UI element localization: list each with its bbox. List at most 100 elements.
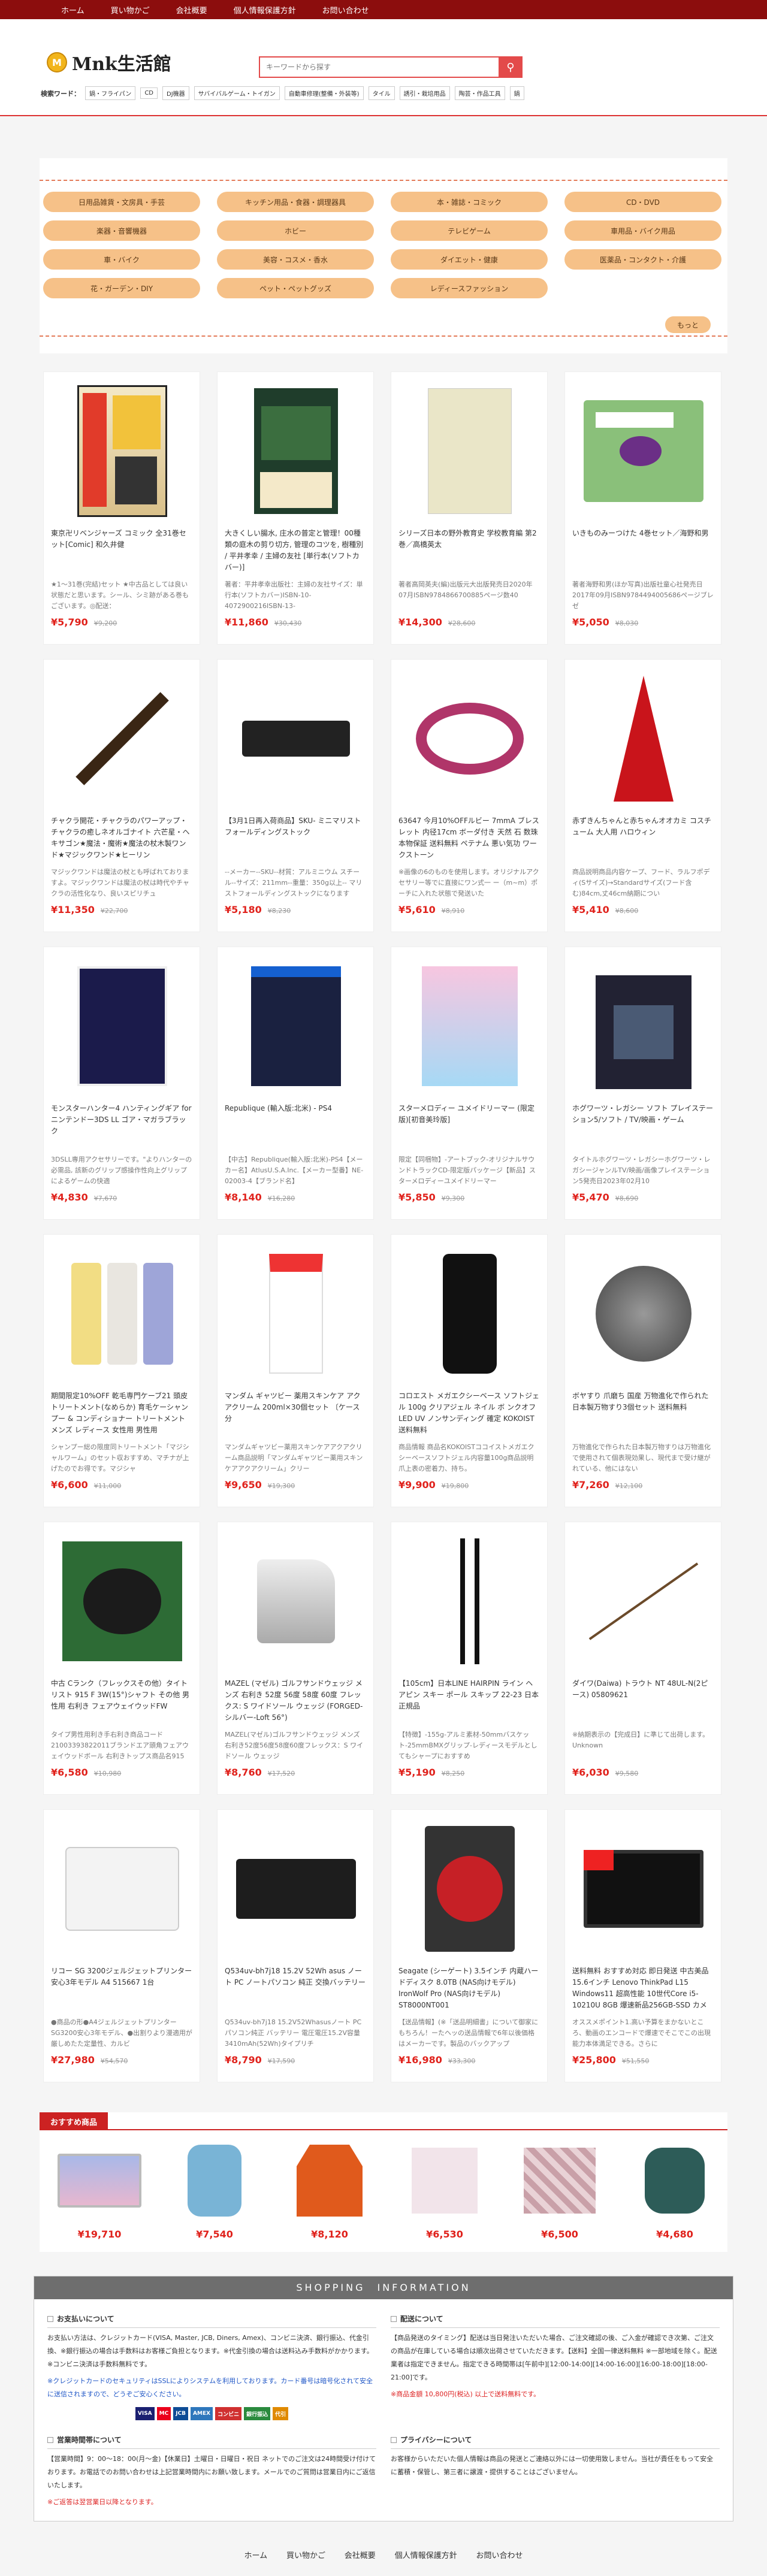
product-card[interactable]: Q534uv-bh7j18 15.2V 52Wh asus ノート PC ノート… [217,1809,374,2082]
product-card[interactable]: いきものみーつけた 4巻セット／海野和男 著者海野和男(ほか写真)出版社童心社発売… [564,371,721,645]
product-card[interactable]: 中古 Cランク（フレックスその他）タイトリスト 915 F 3W(15°)シャフ… [43,1522,200,1795]
product-title[interactable]: ボヤすり 爪磨ち 国産 万物進化で作られた 日本製万物すり3個セット 送料無料 [572,1390,714,1436]
product-image[interactable] [225,1819,367,1958]
product-card[interactable]: 【3月1日再入荷商品】SKU- ミニマリストフォールディングストック --メーカー… [217,659,374,932]
keyword-chip[interactable]: DJ機器 [162,86,189,100]
product-card[interactable]: リコー SG 3200ジェルジェットプリンター 安心3年モデル A4 51566… [43,1809,200,2082]
product-title[interactable]: 送料無料 おすすめ対応 即日発送 中古美品 15.6インチ Lenovo Thi… [572,1966,714,2011]
product-image[interactable] [398,382,541,521]
recommend-item[interactable]: ¥8,120 [278,2139,381,2240]
keyword-chip[interactable]: 陶芸・作品工具 [454,86,505,100]
category-button[interactable]: CD・DVD [564,192,721,212]
product-title[interactable]: 大きくしい腸水, 庄水の普定と管理！00種類の庭木の剪り切方, 管理のコツを, … [225,528,366,573]
product-card[interactable]: 63647 今月10%OFFルビー 7mmA ブレスレット 内径17cm ボーダ… [391,659,548,932]
product-card[interactable]: 送料無料 おすすめ対応 即日発送 中古美品 15.6インチ Lenovo Thi… [564,1809,721,2082]
product-title[interactable]: 【105cm】日本LINE HAIRPIN ライン ヘアピン スキー ポール ス… [398,1678,540,1724]
product-card[interactable]: 赤ずきんちゃんと赤ちゃんオオカミ コスチューム 大人用 ハロウィン 商品説明商品内… [564,659,721,932]
product-card[interactable]: 大きくしい腸水, 庄水の普定と管理！00種類の庭木の剪り切方, 管理のコツを, … [217,371,374,645]
keyword-chip[interactable]: サバイバルゲーム・トイガン [194,86,280,100]
search-input[interactable] [259,56,499,78]
product-title[interactable]: 63647 今月10%OFFルビー 7mmA ブレスレット 内径17cm ボーダ… [398,815,540,861]
product-card[interactable]: ホグワーツ・レガシー ソフト プレイステーション5/ソフト / TV/映画・ゲー… [564,947,721,1220]
product-image[interactable] [398,1532,541,1671]
recommend-item[interactable]: ¥6,530 [393,2139,496,2240]
product-image[interactable] [225,1244,367,1383]
product-title[interactable]: ホグワーツ・レガシー ソフト プレイステーション5/ソフト / TV/映画・ゲー… [572,1103,714,1148]
product-image[interactable] [225,1532,367,1671]
product-image[interactable] [225,957,367,1096]
product-card[interactable]: モンスターハンター4 ハンティングギア for ニンテンドー3DS LL ゴア・… [43,947,200,1220]
product-title[interactable]: スターメロディー ユメイドリーマー (限定版)[初音美玲版] [398,1103,540,1148]
product-title[interactable]: シリーズ日本の野外教育史 学校教育編 第2巻／高橋英太 [398,528,540,573]
category-button[interactable]: テレビゲーム [391,220,548,241]
product-title[interactable]: コロエスト メガエクシーベース ソフトジェル 100g クリアジェル ネイル ボ… [398,1390,540,1436]
category-button[interactable]: レディースファッション [391,278,548,298]
nav-cart[interactable]: 買い物かご [98,4,163,16]
recommend-image[interactable] [278,2139,381,2223]
category-button[interactable]: ペット・ペットグッズ [217,278,374,298]
product-image[interactable] [572,382,715,521]
category-button[interactable]: 医薬品・コンタクト・介護 [564,249,721,270]
product-card[interactable]: ボヤすり 爪磨ち 国産 万物進化で作られた 日本製万物すり3個セット 送料無料万… [564,1234,721,1507]
keyword-chip[interactable]: 自動車修理(整備・外装等) [284,86,364,100]
recommend-image[interactable] [163,2139,266,2223]
category-button[interactable]: 日用品雑貨・文房具・手芸 [43,192,200,212]
product-image[interactable] [572,957,715,1096]
nav-contact[interactable]: お問い合わせ [309,4,382,16]
recommend-image[interactable] [508,2139,611,2223]
product-image[interactable] [51,957,194,1096]
product-title[interactable]: 【3月1日再入荷商品】SKU- ミニマリストフォールディングストック [225,815,366,861]
category-button[interactable]: 車用品・バイク用品 [564,220,721,241]
product-card[interactable]: ダイワ(Daiwa) トラウト NT 48UL-N(2ピース) 05809621… [564,1522,721,1795]
category-button[interactable]: 本・雑誌・コミック [391,192,548,212]
product-image[interactable] [51,382,194,521]
keyword-chip[interactable]: CD [140,87,158,99]
recommend-image[interactable] [48,2139,151,2223]
product-title[interactable]: モンスターハンター4 ハンティングギア for ニンテンドー3DS LL ゴア・… [51,1103,192,1148]
recommend-image[interactable] [623,2139,726,2223]
product-card[interactable]: 【105cm】日本LINE HAIRPIN ライン ヘアピン スキー ポール ス… [391,1522,548,1795]
product-title[interactable]: Seagate (シーゲート) 3.5インチ 内蔵ハードディスク 8.0TB (… [398,1966,540,2011]
product-title[interactable]: 東京卍リベンジャーズ コミック 全31巻セット[Comic] 和久井健 [51,528,192,573]
keyword-chip[interactable]: 鍋・フライパン [85,86,136,100]
product-image[interactable] [51,669,194,808]
keyword-chip[interactable]: 鍋 [509,86,524,100]
product-image[interactable] [51,1532,194,1671]
product-image[interactable] [51,1819,194,1958]
product-title[interactable]: いきものみーつけた 4巻セット／海野和男 [572,528,714,573]
product-title[interactable]: Q534uv-bh7j18 15.2V 52Wh asus ノート PC ノート… [225,1966,366,2011]
product-card[interactable]: チャクラ開花・チャクラのパワーアップ・チャクラの癒しネオルゴナイト 六芒星・ヘキ… [43,659,200,932]
product-card[interactable]: Republique (輸入版:北米) - PS4 【中古】Republique(… [217,947,374,1220]
product-title[interactable]: 赤ずきんちゃんと赤ちゃんオオカミ コスチューム 大人用 ハロウィン [572,815,714,861]
product-image[interactable] [572,1244,715,1383]
product-image[interactable] [225,382,367,521]
product-card[interactable]: シリーズ日本の野外教育史 学校教育編 第2巻／高橋英太 著者高岡英夫(編)出版元大… [391,371,548,645]
keyword-chip[interactable]: 誘引・栽培用品 [399,86,450,100]
footer-contact[interactable]: お問い合わせ [467,2551,531,2560]
product-title[interactable]: 期間限定10%OFF 乾毛専門ケーブ21 頭皮トリートメント(なめらか) 育毛ケ… [51,1390,192,1436]
product-title[interactable]: MAZEL (マゼル) ゴルフサンドウェッジ メンズ 右利き 52度 56度 5… [225,1678,366,1724]
category-button[interactable]: キッチン用品・食器・調理器具 [217,192,374,212]
product-image[interactable] [572,669,715,808]
nav-home[interactable]: ホーム [48,4,98,16]
logo[interactable]: M Mnk生活館 [47,49,171,75]
footer-company[interactable]: 会社概要 [336,2551,384,2560]
product-image[interactable] [572,1532,715,1671]
product-image[interactable] [225,669,367,808]
product-title[interactable]: チャクラ開花・チャクラのパワーアップ・チャクラの癒しネオルゴナイト 六芒星・ヘキ… [51,815,192,861]
product-card[interactable]: MAZEL (マゼル) ゴルフサンドウェッジ メンズ 右利き 52度 56度 5… [217,1522,374,1795]
category-button[interactable]: 車・バイク [43,249,200,270]
category-button[interactable]: 花・ガーデン・DIY [43,278,200,298]
product-title[interactable]: ダイワ(Daiwa) トラウト NT 48UL-N(2ピース) 05809621 [572,1678,714,1724]
product-card[interactable]: スターメロディー ユメイドリーマー (限定版)[初音美玲版] 限定【同梱物】-アー… [391,947,548,1220]
category-button[interactable]: 楽器・音響機器 [43,220,200,241]
search-button[interactable]: ⚲ [499,56,523,78]
category-button[interactable]: ホビー [217,220,374,241]
product-image[interactable] [51,1244,194,1383]
recommend-item[interactable]: ¥4,680 [623,2139,726,2240]
nav-company[interactable]: 会社概要 [163,4,221,16]
product-title[interactable]: マンダム ギャツビー 薬用スキンケア アクアクリーム 200ml×30個セット … [225,1390,366,1436]
product-card[interactable]: 期間限定10%OFF 乾毛専門ケーブ21 頭皮トリートメント(なめらか) 育毛ケ… [43,1234,200,1507]
category-button[interactable]: ダイエット・健康 [391,249,548,270]
product-title[interactable]: Republique (輸入版:北米) - PS4 [225,1103,366,1148]
